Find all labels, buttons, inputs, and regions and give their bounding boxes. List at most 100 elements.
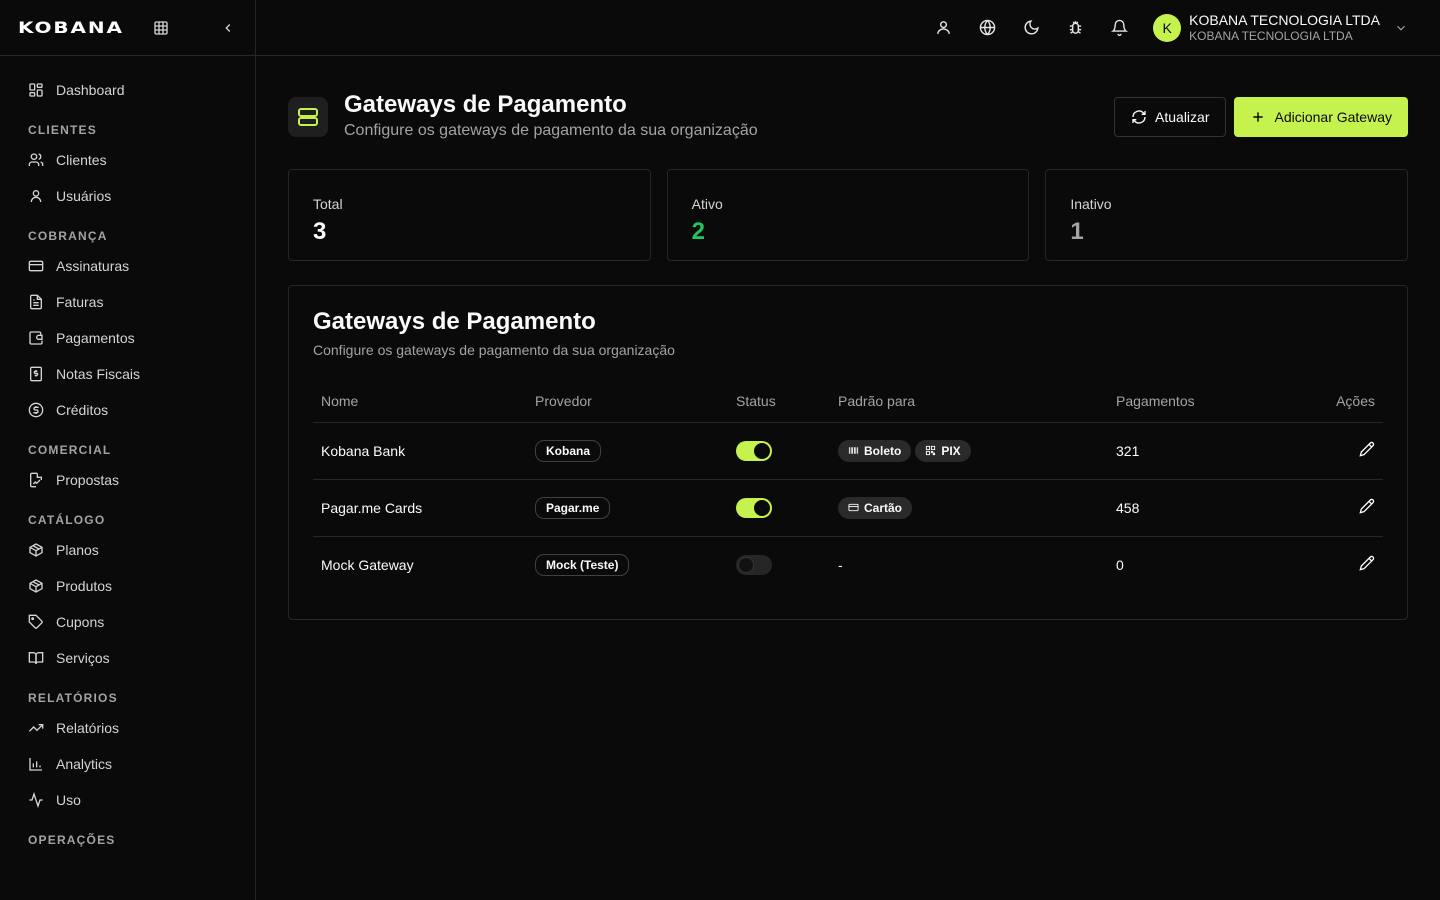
default-method-badge: Cartão — [838, 496, 913, 519]
col-acoes: Ações — [1276, 380, 1383, 423]
sidebar-item-label: Analytics — [56, 756, 113, 772]
sidebar: KOBANA Dashboard CLIENTES Clientes Usuário… — [0, 0, 256, 900]
layout-dashboard-icon — [29, 83, 43, 97]
sidebar-item-planos[interactable]: Planos — [0, 532, 255, 568]
pencil-icon[interactable] — [1359, 498, 1375, 514]
status-toggle[interactable] — [736, 440, 772, 461]
org-name: KOBANA TECNOLOGIA LTDA — [1189, 11, 1380, 28]
card-subtitle: Configure os gateways de pagamento da su… — [313, 342, 675, 358]
credit-card-icon — [28, 260, 44, 272]
payments-count: 321 — [1108, 422, 1277, 480]
org-subtitle: KOBANA TECNOLOGIA LTDA — [1189, 28, 1353, 43]
sidebar-item-usuarios[interactable]: Usuários — [0, 178, 255, 214]
col-status: Status — [728, 380, 830, 423]
stat-active-value: 2 — [691, 218, 706, 245]
page-title: Gateways de Pagamento — [344, 91, 627, 118]
book-open-icon — [28, 652, 44, 665]
table-row: Mock Gateway Mock (Teste) - 0 — [313, 536, 1383, 593]
default-method-badge: PIX — [915, 439, 971, 462]
sidebar-item-label: Usuários — [56, 188, 112, 204]
table-row: Kobana Bank Kobana Boleto PIX 321 — [313, 422, 1383, 480]
stat-total: Total 3 — [288, 169, 651, 261]
provider-badge: Pagar.me — [535, 496, 611, 519]
sidebar-item-analytics[interactable]: Analytics — [0, 746, 255, 782]
dollar-circle-icon — [28, 402, 44, 418]
sidebar-item-clientes[interactable]: Clientes — [0, 142, 255, 178]
sidebar-item-servicos[interactable]: Serviços — [0, 640, 255, 676]
table-header-row: Nome Provedor Status Padrão para Pagamen… — [313, 380, 1383, 423]
stat-inactive: Inativo 1 — [1045, 169, 1409, 261]
pencil-icon[interactable] — [1359, 555, 1375, 571]
server-icon — [288, 97, 328, 137]
org-switcher[interactable]: K KOBANA TECNOLOGIA LTDA KOBANA TECNOLOG… — [1153, 12, 1408, 43]
sidebar-item-label: Clientes — [56, 152, 107, 168]
sidebar-item-pagamentos[interactable]: Pagamentos — [0, 320, 255, 356]
sidebar-item-label: Assinaturas — [56, 258, 130, 274]
stats-row: Total 3 Ativo 2 Inativo 1 — [288, 169, 1409, 261]
sidebar-section-title: CATÁLOGO — [28, 513, 106, 527]
package-icon — [29, 579, 43, 593]
receipt-icon — [30, 366, 42, 382]
topbar: K KOBANA TECNOLOGIA LTDA KOBANA TECNOLOG… — [256, 0, 1440, 56]
sidebar-item-label: Uso — [56, 792, 81, 808]
refresh-button[interactable]: Atualizar — [1114, 97, 1227, 137]
sidebar-item-label: Produtos — [56, 578, 113, 594]
file-signature-icon — [30, 472, 42, 488]
gateways-card: Gateways de Pagamento Configure os gatew… — [288, 285, 1408, 620]
barcode-icon — [848, 447, 859, 454]
page-content: Gateways de Pagamento Configure os gatew… — [256, 56, 1440, 620]
sidebar-item-faturas[interactable]: Faturas — [0, 284, 255, 320]
status-toggle[interactable] — [736, 554, 772, 575]
sidebar-item-produtos[interactable]: Produtos — [0, 568, 255, 604]
col-provedor: Provedor — [527, 380, 728, 423]
sidebar-item-uso[interactable]: Uso — [0, 782, 255, 818]
bug-icon[interactable] — [1065, 18, 1085, 38]
globe-icon[interactable] — [977, 18, 997, 38]
moon-icon[interactable] — [1021, 18, 1041, 38]
sidebar-section-title: CLIENTES — [28, 123, 97, 137]
main-area: K KOBANA TECNOLOGIA LTDA KOBANA TECNOLOG… — [256, 0, 1440, 900]
stat-active: Ativo 2 — [666, 169, 1030, 261]
pencil-icon[interactable] — [1359, 441, 1375, 457]
add-gateway-button[interactable]: Adicionar Gateway — [1234, 97, 1408, 137]
refresh-icon — [1132, 110, 1146, 124]
credit-card-icon — [848, 503, 859, 512]
users-icon — [28, 153, 44, 166]
no-default: - — [838, 556, 843, 573]
stat-total-value: 3 — [313, 218, 327, 245]
trending-up-icon — [28, 724, 44, 732]
page-subtitle: Configure os gateways de pagamento da su… — [344, 122, 758, 139]
sidebar-item-dashboard[interactable]: Dashboard — [0, 72, 255, 108]
plus-icon — [1253, 112, 1264, 122]
payments-count: 0 — [1116, 556, 1124, 573]
sidebar-nav: Dashboard CLIENTES Clientes Usuários COBRAN… — [0, 56, 255, 852]
sidebar-item-relatorios[interactable]: Relatórios — [0, 710, 255, 746]
sidebar-section-title: OPERAÇÕES — [28, 833, 116, 847]
sidebar-item-cupons[interactable]: Cupons — [0, 604, 255, 640]
sidebar-item-label: Dashboard — [56, 82, 125, 98]
sidebar-item-propostas[interactable]: Propostas — [0, 462, 255, 498]
chevron-left-icon[interactable] — [218, 18, 238, 38]
sidebar-item-label: Cupons — [56, 614, 105, 630]
sidebar-item-creditos[interactable]: Créditos — [0, 392, 255, 428]
col-nome: Nome — [313, 380, 527, 423]
payments-count: 458 — [1108, 479, 1277, 537]
wallet-icon — [29, 331, 43, 345]
provider-badge: Mock (Teste) — [535, 553, 630, 576]
status-toggle[interactable] — [736, 497, 772, 518]
gateway-name: Kobana Bank — [313, 422, 527, 480]
kobana-logo[interactable]: KOBANA — [18, 18, 124, 37]
stat-inactive-value: 1 — [1070, 218, 1084, 245]
tag-icon — [28, 614, 43, 629]
chevron-down-icon — [1397, 25, 1405, 31]
bell-icon[interactable] — [1109, 18, 1129, 38]
sidebar-item-notas-fiscais[interactable]: Notas Fiscais — [0, 356, 255, 392]
sidebar-section-title: RELATÓRIOS — [28, 691, 118, 705]
grid-icon[interactable] — [151, 18, 171, 38]
sidebar-section-title: COBRANÇA — [28, 229, 108, 243]
col-padrao: Padrão para — [830, 380, 1108, 423]
user-icon[interactable] — [933, 18, 953, 38]
sidebar-section-title: COMERCIAL — [28, 443, 112, 457]
table-row: Pagar.me Cards Pagar.me Cartão 458 — [313, 479, 1383, 537]
sidebar-item-assinaturas[interactable]: Assinaturas — [0, 248, 255, 284]
